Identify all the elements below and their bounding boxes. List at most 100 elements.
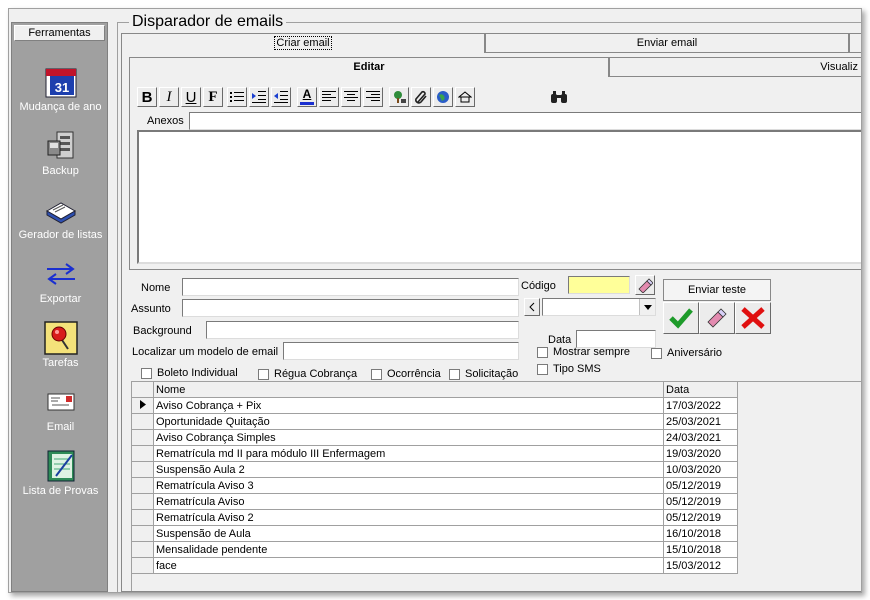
cell-data[interactable]: 16/10/2018: [663, 525, 738, 542]
tab-editar[interactable]: Editar: [129, 57, 609, 77]
link-button[interactable]: [433, 87, 453, 107]
insert-image-button[interactable]: [389, 87, 409, 107]
sidebar-item-lista-de-provas[interactable]: Lista de Provas: [12, 449, 109, 497]
align-center-button[interactable]: [341, 87, 361, 107]
code-input[interactable]: [568, 276, 630, 294]
attach-button[interactable]: [411, 87, 431, 107]
filter-solicitacao[interactable]: Solicitação: [449, 368, 518, 380]
cell-nome[interactable]: Aviso Cobrança + Pix: [153, 397, 664, 414]
cell-data[interactable]: 05/12/2019: [663, 509, 738, 526]
subject-input[interactable]: [182, 299, 519, 317]
cell-data[interactable]: 25/03/2021: [663, 413, 738, 430]
row-indicator[interactable]: [131, 509, 154, 526]
tab-more[interactable]: [849, 33, 861, 53]
sidebar-item-mudanca-de-ano[interactable]: 31 Mudança de ano: [12, 65, 109, 113]
cell-nome[interactable]: Rematrícula md II para módulo III Enferm…: [153, 445, 664, 462]
row-indicator[interactable]: [131, 429, 154, 446]
row-indicator[interactable]: [131, 493, 154, 510]
outdent-button[interactable]: [271, 87, 291, 107]
name-input[interactable]: [182, 278, 519, 296]
attachments-field[interactable]: [189, 112, 861, 130]
cell-data[interactable]: 15/10/2018: [663, 541, 738, 558]
tab-criar-email[interactable]: Criar email: [121, 33, 485, 53]
indent-button[interactable]: [249, 87, 269, 107]
table-row[interactable]: Aviso Cobrança + Pix 17/03/2022: [131, 397, 738, 414]
template-select[interactable]: [542, 298, 656, 316]
search-model-input[interactable]: [283, 342, 519, 360]
send-test-button[interactable]: Enviar teste: [663, 279, 771, 301]
table-row[interactable]: Suspensão Aula 2 10/03/2020: [131, 461, 738, 478]
home-button[interactable]: [455, 87, 475, 107]
cell-nome[interactable]: Rematrícula Aviso 3: [153, 477, 664, 494]
checkbox-box[interactable]: [537, 346, 548, 358]
row-indicator[interactable]: [131, 477, 154, 494]
sidebar-item-exportar[interactable]: Exportar: [12, 257, 109, 305]
cell-data[interactable]: 15/03/2012: [663, 557, 738, 574]
column-header-nome[interactable]: Nome: [153, 381, 664, 398]
underline-button[interactable]: U: [181, 87, 201, 107]
save-button[interactable]: [663, 302, 699, 334]
row-indicator[interactable]: [131, 525, 154, 542]
row-indicator[interactable]: [131, 445, 154, 462]
row-indicator[interactable]: [131, 557, 154, 574]
font-button[interactable]: F: [203, 87, 223, 107]
birthday-checkbox[interactable]: Aniversário: [651, 347, 722, 359]
prev-button[interactable]: [524, 298, 540, 316]
table-row[interactable]: Rematrícula Aviso 3 05/12/2019: [131, 477, 738, 494]
align-right-button[interactable]: [363, 87, 383, 107]
column-header-data[interactable]: Data: [663, 381, 738, 398]
cell-nome[interactable]: Suspensão de Aula: [153, 525, 664, 542]
cell-data[interactable]: 05/12/2019: [663, 493, 738, 510]
cell-nome[interactable]: Rematrícula Aviso: [153, 493, 664, 510]
filter-ocorrencia[interactable]: Ocorrência: [371, 368, 441, 380]
chevron-down-icon[interactable]: [639, 299, 655, 315]
bold-button[interactable]: B: [137, 87, 157, 107]
table-row[interactable]: face 15/03/2012: [131, 557, 738, 574]
table-row[interactable]: Rematrícula md II para módulo III Enferm…: [131, 445, 738, 462]
table-row[interactable]: Suspensão de Aula 16/10/2018: [131, 525, 738, 542]
cell-data[interactable]: 17/03/2022: [663, 397, 738, 414]
sidebar-item-backup[interactable]: Backup: [12, 129, 109, 177]
sidebar-item-gerador-de-listas[interactable]: Gerador de listas: [12, 193, 109, 241]
align-left-button[interactable]: [319, 87, 339, 107]
clear-button[interactable]: [699, 302, 735, 334]
cell-data[interactable]: 05/12/2019: [663, 477, 738, 494]
cell-data[interactable]: 19/03/2020: [663, 445, 738, 462]
cell-data[interactable]: 10/03/2020: [663, 461, 738, 478]
checkbox-box[interactable]: [449, 368, 460, 380]
cell-nome[interactable]: Oportunidade Quitação: [153, 413, 664, 430]
bullets-button[interactable]: [227, 87, 247, 107]
cell-nome[interactable]: face: [153, 557, 664, 574]
checkbox-box[interactable]: [651, 347, 662, 359]
current-row-arrow-icon[interactable]: [131, 397, 154, 414]
cell-nome[interactable]: Rematrícula Aviso 2: [153, 509, 664, 526]
filter-regua-cobranca[interactable]: Régua Cobrança: [258, 368, 357, 380]
cell-nome[interactable]: Aviso Cobrança Simples: [153, 429, 664, 446]
table-row[interactable]: Oportunidade Quitação 25/03/2021: [131, 413, 738, 430]
cell-nome[interactable]: Suspensão Aula 2: [153, 461, 664, 478]
table-row[interactable]: Rematrícula Aviso 05/12/2019: [131, 493, 738, 510]
sms-type-checkbox[interactable]: Tipo SMS: [537, 363, 601, 375]
row-indicator[interactable]: [131, 461, 154, 478]
filter-boleto-individual[interactable]: Boleto Individual: [141, 367, 238, 379]
background-input[interactable]: [206, 321, 519, 339]
sidebar-item-email[interactable]: Email: [12, 385, 109, 433]
checkbox-box[interactable]: [371, 368, 382, 380]
cancel-button[interactable]: [735, 302, 771, 334]
table-row[interactable]: Aviso Cobrança Simples 24/03/2021: [131, 429, 738, 446]
sidebar-item-tarefas[interactable]: Tarefas: [12, 321, 109, 369]
checkbox-box[interactable]: [537, 363, 548, 375]
font-color-button[interactable]: A: [297, 87, 317, 107]
tab-visualizar[interactable]: Visualiz: [609, 57, 861, 77]
always-show-checkbox[interactable]: Mostrar sempre: [537, 346, 630, 358]
cell-nome[interactable]: Mensalidade pendente: [153, 541, 664, 558]
checkbox-box[interactable]: [258, 368, 269, 380]
tab-enviar-email[interactable]: Enviar email: [485, 33, 849, 53]
checkbox-box[interactable]: [141, 367, 152, 379]
cell-data[interactable]: 24/03/2021: [663, 429, 738, 446]
find-button[interactable]: [549, 87, 569, 107]
row-indicator[interactable]: [131, 413, 154, 430]
row-indicator[interactable]: [131, 541, 154, 558]
code-clear-button[interactable]: [635, 275, 655, 295]
email-body-editor[interactable]: [137, 130, 861, 264]
